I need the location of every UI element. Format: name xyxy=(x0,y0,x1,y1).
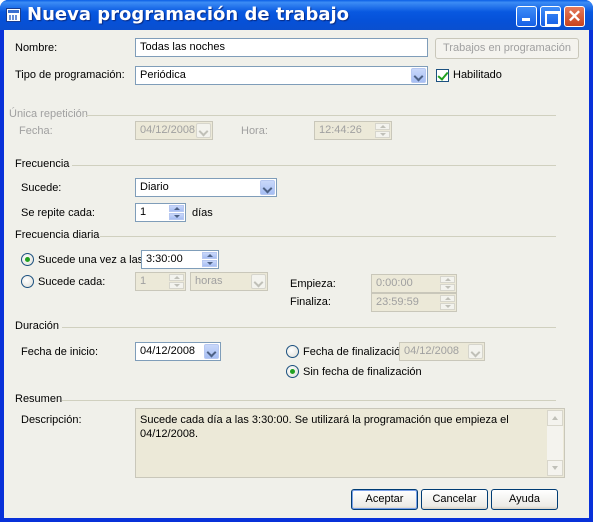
end-date-radio[interactable] xyxy=(286,345,299,358)
occurs-once-time-spinner[interactable]: 3:30:00 xyxy=(141,250,219,269)
chevron-down-icon[interactable] xyxy=(204,344,219,359)
close-button[interactable]: ✕ xyxy=(564,6,585,27)
end-time-label: Finaliza: xyxy=(290,296,331,308)
section-divider xyxy=(72,165,556,166)
spin-up-icon[interactable] xyxy=(440,295,455,302)
chevron-down-icon[interactable] xyxy=(251,274,266,289)
window-title: Nueva programación de trabajo xyxy=(27,4,350,25)
occurs-every-spinner[interactable]: 1 xyxy=(135,272,186,291)
dialog-window: Nueva programación de trabajo ✕ Nombre: … xyxy=(0,0,593,522)
enabled-label[interactable]: Habilitado xyxy=(453,69,502,81)
start-time-label: Empieza: xyxy=(290,278,336,290)
start-date-picker[interactable]: 04/12/2008 xyxy=(135,342,221,361)
section-divider xyxy=(86,115,556,116)
schedule-type-label: Tipo de programación: xyxy=(15,69,125,81)
spin-up-icon[interactable] xyxy=(169,205,184,212)
spin-up-icon[interactable] xyxy=(202,252,217,259)
dialog-body: Nombre: Todas las noches Trabajos en pro… xyxy=(4,30,589,518)
start-date-label: Fecha de inicio: xyxy=(21,346,99,358)
frequency-section-title: Frecuencia xyxy=(15,158,70,170)
section-divider xyxy=(100,236,556,237)
spin-up-icon[interactable] xyxy=(440,276,455,283)
end-date-picker[interactable]: 04/12/2008 xyxy=(399,342,485,361)
repeat-unit-label: días xyxy=(192,207,213,219)
spin-down-icon[interactable] xyxy=(169,282,184,289)
scroll-up-icon[interactable] xyxy=(547,410,563,426)
description-box[interactable]: Sucede cada día a las 3:30:00. Se utiliz… xyxy=(135,408,565,478)
chevron-down-icon[interactable] xyxy=(196,123,211,138)
start-time-spinner[interactable]: 0:00:00 xyxy=(371,274,457,293)
start-time-value: 0:00:00 xyxy=(376,277,413,289)
repeat-every-label: Se repite cada: xyxy=(21,207,95,219)
no-end-date-label[interactable]: Sin fecha de finalización xyxy=(303,366,422,378)
spin-down-icon[interactable] xyxy=(440,284,455,291)
chevron-down-icon[interactable] xyxy=(411,68,426,83)
close-icon: ✕ xyxy=(567,7,582,26)
single-date-picker[interactable]: 04/12/2008 xyxy=(135,121,213,140)
single-time-label: Hora: xyxy=(241,125,268,137)
enabled-checkbox[interactable] xyxy=(436,69,449,82)
schedule-window-icon xyxy=(6,8,21,22)
ok-button[interactable]: Aceptar xyxy=(351,489,418,510)
daily-frequency-section-title: Frecuencia diaria xyxy=(15,229,100,241)
occurs-every-unit-value: horas xyxy=(195,275,223,287)
duration-section-title: Duración xyxy=(15,320,60,332)
description-text: Sucede cada día a las 3:30:00. Se utiliz… xyxy=(140,414,509,440)
occurs-once-radio[interactable] xyxy=(21,253,34,266)
spin-up-icon[interactable] xyxy=(169,274,184,281)
single-time-spinner[interactable]: 12:44:26 xyxy=(314,121,392,140)
occurs-select[interactable]: Diario xyxy=(135,178,277,197)
occurs-every-radio[interactable] xyxy=(21,275,34,288)
occurs-once-time-value: 3:30:00 xyxy=(146,253,183,265)
spin-down-icon[interactable] xyxy=(202,260,217,267)
occurs-every-unit-select[interactable]: horas xyxy=(190,272,268,291)
chevron-down-icon[interactable] xyxy=(468,344,483,359)
end-time-value: 23:59:59 xyxy=(376,296,419,308)
spin-down-icon[interactable] xyxy=(375,131,390,138)
scroll-down-icon[interactable] xyxy=(547,460,563,476)
occurs-once-label[interactable]: Sucede una vez a las: xyxy=(38,254,146,266)
repeat-every-spinner[interactable]: 1 xyxy=(135,203,186,222)
chevron-down-icon[interactable] xyxy=(260,180,275,195)
occurs-value: Diario xyxy=(140,181,169,193)
end-date-value: 04/12/2008 xyxy=(404,345,460,357)
single-occurrence-section-title: Única repetición xyxy=(9,108,88,120)
cancel-button[interactable]: Cancelar xyxy=(421,489,488,510)
name-input[interactable]: Todas las noches xyxy=(135,38,428,57)
spin-down-icon[interactable] xyxy=(440,303,455,310)
maximize-button[interactable] xyxy=(540,6,561,27)
help-button[interactable]: Ayuda xyxy=(491,489,558,510)
occurs-every-label[interactable]: Sucede cada: xyxy=(38,276,105,288)
description-label: Descripción: xyxy=(21,414,82,426)
repeat-every-value: 1 xyxy=(140,206,147,218)
title-bar[interactable]: Nueva programación de trabajo ✕ xyxy=(0,0,593,30)
start-date-value: 04/12/2008 xyxy=(140,345,196,357)
description-scrollbar[interactable] xyxy=(547,410,563,476)
minimize-button[interactable] xyxy=(516,6,537,27)
occurs-label: Sucede: xyxy=(21,182,62,194)
schedule-type-select[interactable]: Periódica xyxy=(135,66,428,85)
occurs-every-value: 1 xyxy=(140,275,147,287)
single-date-label: Fecha: xyxy=(19,125,53,137)
end-time-spinner[interactable]: 23:59:59 xyxy=(371,293,457,312)
no-end-date-radio[interactable] xyxy=(286,365,299,378)
summary-section-title: Resumen xyxy=(15,393,63,405)
end-date-label[interactable]: Fecha de finalización: xyxy=(303,346,409,358)
schedule-type-value: Periódica xyxy=(140,69,186,81)
name-label: Nombre: xyxy=(15,42,58,54)
single-date-value: 04/12/2008 xyxy=(140,124,196,136)
section-divider xyxy=(62,400,556,401)
single-time-value: 12:44:26 xyxy=(319,124,362,136)
spin-down-icon[interactable] xyxy=(169,213,184,220)
section-divider xyxy=(62,327,556,328)
spin-up-icon[interactable] xyxy=(375,123,390,130)
jobs-in-schedule-button[interactable]: Trabajos en programación xyxy=(435,38,579,59)
